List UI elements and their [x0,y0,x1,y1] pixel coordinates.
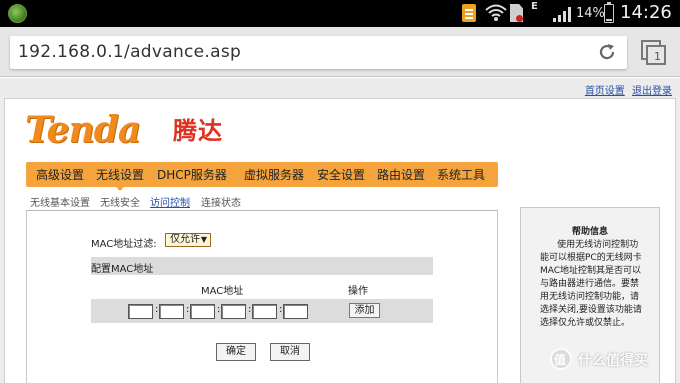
url-text[interactable]: 192.168.0.1/advance.asp [18,42,241,62]
mac-separator: : [155,304,159,315]
home-settings-link[interactable]: 首页设置 [585,86,625,97]
nav-dhcp[interactable]: DHCP服务器 [157,166,227,183]
address-bar[interactable]: 192.168.0.1/advance.asp [10,36,627,69]
wifi-icon [485,4,507,21]
watermark-text: 什么值得买 [578,353,648,369]
no-sim-icon [510,4,523,22]
logo-cn-text: 腾达 [173,117,223,145]
nav-security[interactable]: 安全设置 [317,166,365,183]
status-bar: E 14% 14:26 [0,0,680,27]
config-heading: 配置MAC地址 [91,264,154,275]
document-icon [462,4,476,22]
active-nav-pointer [115,186,125,191]
mac-separator: : [279,304,283,315]
router-page: 首页设置 退出登录 Tenda 腾达 高级设置 无线设置 DHCP服务器 虚拟服… [0,78,680,383]
subnav-wireless-basic[interactable]: 无线基本设置 [30,194,90,209]
mac-octet-5-input[interactable] [252,304,277,319]
watermark: 什么值得买 [550,348,674,372]
mac-filter-label: MAC地址过滤: [91,239,157,250]
mac-separator: : [186,304,190,315]
app-icon [8,4,27,23]
mac-filter-select[interactable]: 仅允许 ▼ [165,233,211,247]
ok-button[interactable]: 确定 [216,343,256,361]
reload-icon[interactable] [597,42,617,62]
page-frame: Tenda 腾达 高级设置 无线设置 DHCP服务器 虚拟服务器 安全设置 路由… [4,98,676,383]
tab-count: 1 [654,50,661,63]
column-header-action: 操作 [348,286,368,297]
config-heading-row: 配置MAC地址 [91,257,433,275]
tabs-icon[interactable]: 1 [641,40,667,66]
battery-level-fill [606,19,612,21]
network-type: E [531,1,538,12]
nav-advanced[interactable]: 高级设置 [36,166,84,183]
mac-octet-6-input[interactable] [283,304,308,319]
mac-filter-value: 仅允许 [170,234,200,245]
subnav-wireless-security[interactable]: 无线安全 [100,194,140,209]
battery-percent: 14% [576,6,605,21]
dropdown-arrow-icon: ▼ [200,235,207,244]
subnav-access-control[interactable]: 访问控制 [150,194,190,209]
browser-toolbar: 192.168.0.1/advance.asp 1 [0,27,680,77]
signal-icon [553,7,571,22]
nav-system-tools[interactable]: 系统工具 [437,166,485,183]
mac-input-row: : : : : : 添加 [91,299,433,323]
add-button[interactable]: 添加 [349,303,380,318]
help-title: 帮助信息 [571,227,608,237]
mac-octet-1-input[interactable] [128,304,153,319]
battery-icon [604,2,614,23]
main-nav: 高级设置 无线设置 DHCP服务器 虚拟服务器 安全设置 路由设置 系统工具 [26,162,498,187]
access-control-form: MAC地址过滤: 仅允许 ▼ 配置MAC地址 MAC地址 操作 : : : : … [26,211,498,383]
cancel-button[interactable]: 取消 [270,343,310,361]
zhidemai-logo-icon [550,348,572,370]
nav-virtual-server[interactable]: 虚拟服务器 [244,166,304,183]
top-links: 首页设置 退出登录 [581,82,672,97]
mac-octet-4-input[interactable] [221,304,246,319]
column-header-mac: MAC地址 [201,286,244,297]
clock: 14:26 [620,2,672,23]
nav-routing[interactable]: 路由设置 [377,166,425,183]
sub-nav: 无线基本设置 无线安全 访问控制 连接状态 [26,194,496,209]
logout-link[interactable]: 退出登录 [632,86,672,97]
mac-octet-3-input[interactable] [190,304,215,319]
subnav-connection-status[interactable]: 连接状态 [201,194,241,209]
mac-separator: : [248,304,252,315]
mac-octet-2-input[interactable] [159,304,184,319]
help-body: 使用无线访问控制功能可以根据PC的无线网卡MAC地址控制其是否可以与路由器进行通… [540,240,642,328]
nav-wireless[interactable]: 无线设置 [96,166,144,183]
logo-text: Tenda [25,109,141,151]
mac-separator: : [217,304,221,315]
